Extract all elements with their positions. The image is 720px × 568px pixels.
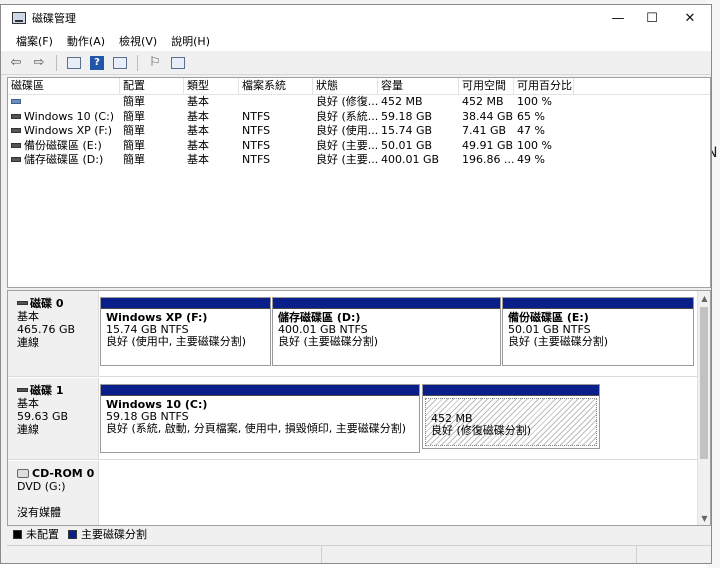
volume-row[interactable]: 簡單 基本 良好 (修復... 452 MB 452 MB 100 %: [8, 95, 710, 110]
volume-row[interactable]: 備份磁碟區 (E:) 簡單 基本 NTFS 良好 (主要... 50.01 GB…: [8, 139, 710, 154]
back-icon[interactable]: ⇦: [6, 54, 26, 72]
toolbar-separator: [137, 54, 138, 71]
connect-icon[interactable]: ⚐: [145, 54, 165, 72]
volume-list: 磁碟區 配置 類型 檔案系統 狀態 容量 可用空間 可用百分比 簡單 基本 良好…: [7, 77, 711, 288]
column-percent-free[interactable]: 可用百分比: [514, 78, 574, 95]
column-type[interactable]: 類型: [184, 78, 239, 95]
title-bar[interactable]: 磁碟管理 — ☐ ✕: [1, 5, 711, 31]
partition-backup-volume[interactable]: 備份磁碟區 (E:) 50.01 GB NTFS 良好 (主要磁碟分割): [502, 297, 694, 366]
menu-action[interactable]: 動作(A): [60, 33, 112, 49]
disk-map: 磁碟 0 基本 465.76 GB 連線 Windows XP (F:) 15.…: [7, 290, 711, 526]
cdrom-icon: [17, 469, 29, 478]
menu-bar: 檔案(F) 動作(A) 檢視(V) 說明(H): [1, 31, 711, 51]
help-icon[interactable]: ?: [87, 54, 107, 72]
disk-management-app-icon: [12, 12, 26, 24]
window-title: 磁碟管理: [32, 12, 76, 25]
volume-icon: [11, 99, 21, 104]
unallocated-swatch: [13, 529, 22, 539]
volume-icon: [11, 128, 21, 133]
cdrom-0-row: CD-ROM 0 DVD (G:) 沒有媒體: [8, 461, 698, 525]
scroll-down-icon[interactable]: ▼: [698, 511, 710, 525]
disk-map-scrollbar[interactable]: ▲ ▼: [697, 291, 710, 525]
column-filesystem[interactable]: 檔案系統: [239, 78, 313, 95]
disk-management-window: 磁碟管理 — ☐ ✕ 檔案(F) 動作(A) 檢視(V) 說明(H) ⇦ ⇨ ?…: [0, 4, 712, 564]
volume-icon: [11, 157, 21, 162]
settings-icon[interactable]: [168, 54, 188, 72]
forward-icon[interactable]: ⇨: [29, 54, 49, 72]
column-layout[interactable]: 配置: [120, 78, 184, 95]
cdrom-0-label[interactable]: CD-ROM 0 DVD (G:) 沒有媒體: [8, 461, 99, 525]
partition-storage-volume[interactable]: 儲存磁碟區 (D:) 400.01 GB NTFS 良好 (主要磁碟分割): [272, 297, 501, 366]
close-button[interactable]: ✕: [673, 5, 707, 31]
menu-file[interactable]: 檔案(F): [9, 33, 60, 49]
status-bar: [7, 545, 711, 563]
volume-row[interactable]: Windows XP (F:) 簡單 基本 NTFS 良好 (使用... 15.…: [8, 124, 710, 139]
disk-1-row: 磁碟 1 基本 59.63 GB 連線 Windows 10 (C:) 59.1…: [8, 378, 698, 460]
column-volume[interactable]: 磁碟區: [8, 78, 120, 95]
console-tree-icon[interactable]: [64, 54, 84, 72]
disk-0-row: 磁碟 0 基本 465.76 GB 連線 Windows XP (F:) 15.…: [8, 291, 698, 377]
toolbar: ⇦ ⇨ ? ⚐: [1, 51, 711, 75]
scroll-thumb[interactable]: [700, 307, 708, 459]
volume-row[interactable]: Windows 10 (C:) 簡單 基本 NTFS 良好 (系統... 59.…: [8, 110, 710, 125]
maximize-button[interactable]: ☐: [635, 5, 669, 31]
column-status[interactable]: 狀態: [313, 78, 378, 95]
minimize-button[interactable]: —: [601, 5, 635, 31]
menu-view[interactable]: 檢視(V): [112, 33, 164, 49]
scroll-up-icon[interactable]: ▲: [698, 291, 710, 305]
partition-windows-10[interactable]: Windows 10 (C:) 59.18 GB NTFS 良好 (系統, 啟動…: [100, 384, 420, 453]
volume-list-header: 磁碟區 配置 類型 檔案系統 狀態 容量 可用空間 可用百分比: [8, 78, 710, 95]
partition-recovery[interactable]: 452 MB 良好 (修復磁碟分割): [422, 384, 600, 449]
disk-0-label[interactable]: 磁碟 0 基本 465.76 GB 連線: [8, 291, 99, 376]
primary-partition-swatch: [68, 529, 77, 539]
volume-icon: [11, 142, 21, 148]
partition-windows-xp[interactable]: Windows XP (F:) 15.74 GB NTFS 良好 (使用中, 主…: [100, 297, 271, 366]
disk-icon: [17, 388, 28, 392]
column-free-space[interactable]: 可用空間: [459, 78, 514, 95]
column-capacity[interactable]: 容量: [378, 78, 459, 95]
volume-row[interactable]: 儲存磁碟區 (D:) 簡單 基本 NTFS 良好 (主要... 400.01 G…: [8, 153, 710, 168]
volume-icon: [11, 113, 21, 119]
disk-icon: [17, 301, 28, 305]
menu-help[interactable]: 說明(H): [164, 33, 217, 49]
toolbar-separator: [56, 54, 57, 71]
disk-1-label[interactable]: 磁碟 1 基本 59.63 GB 連線: [8, 378, 99, 459]
properties-icon[interactable]: [110, 54, 130, 72]
legend: 未配置 主要磁碟分割: [7, 526, 711, 542]
